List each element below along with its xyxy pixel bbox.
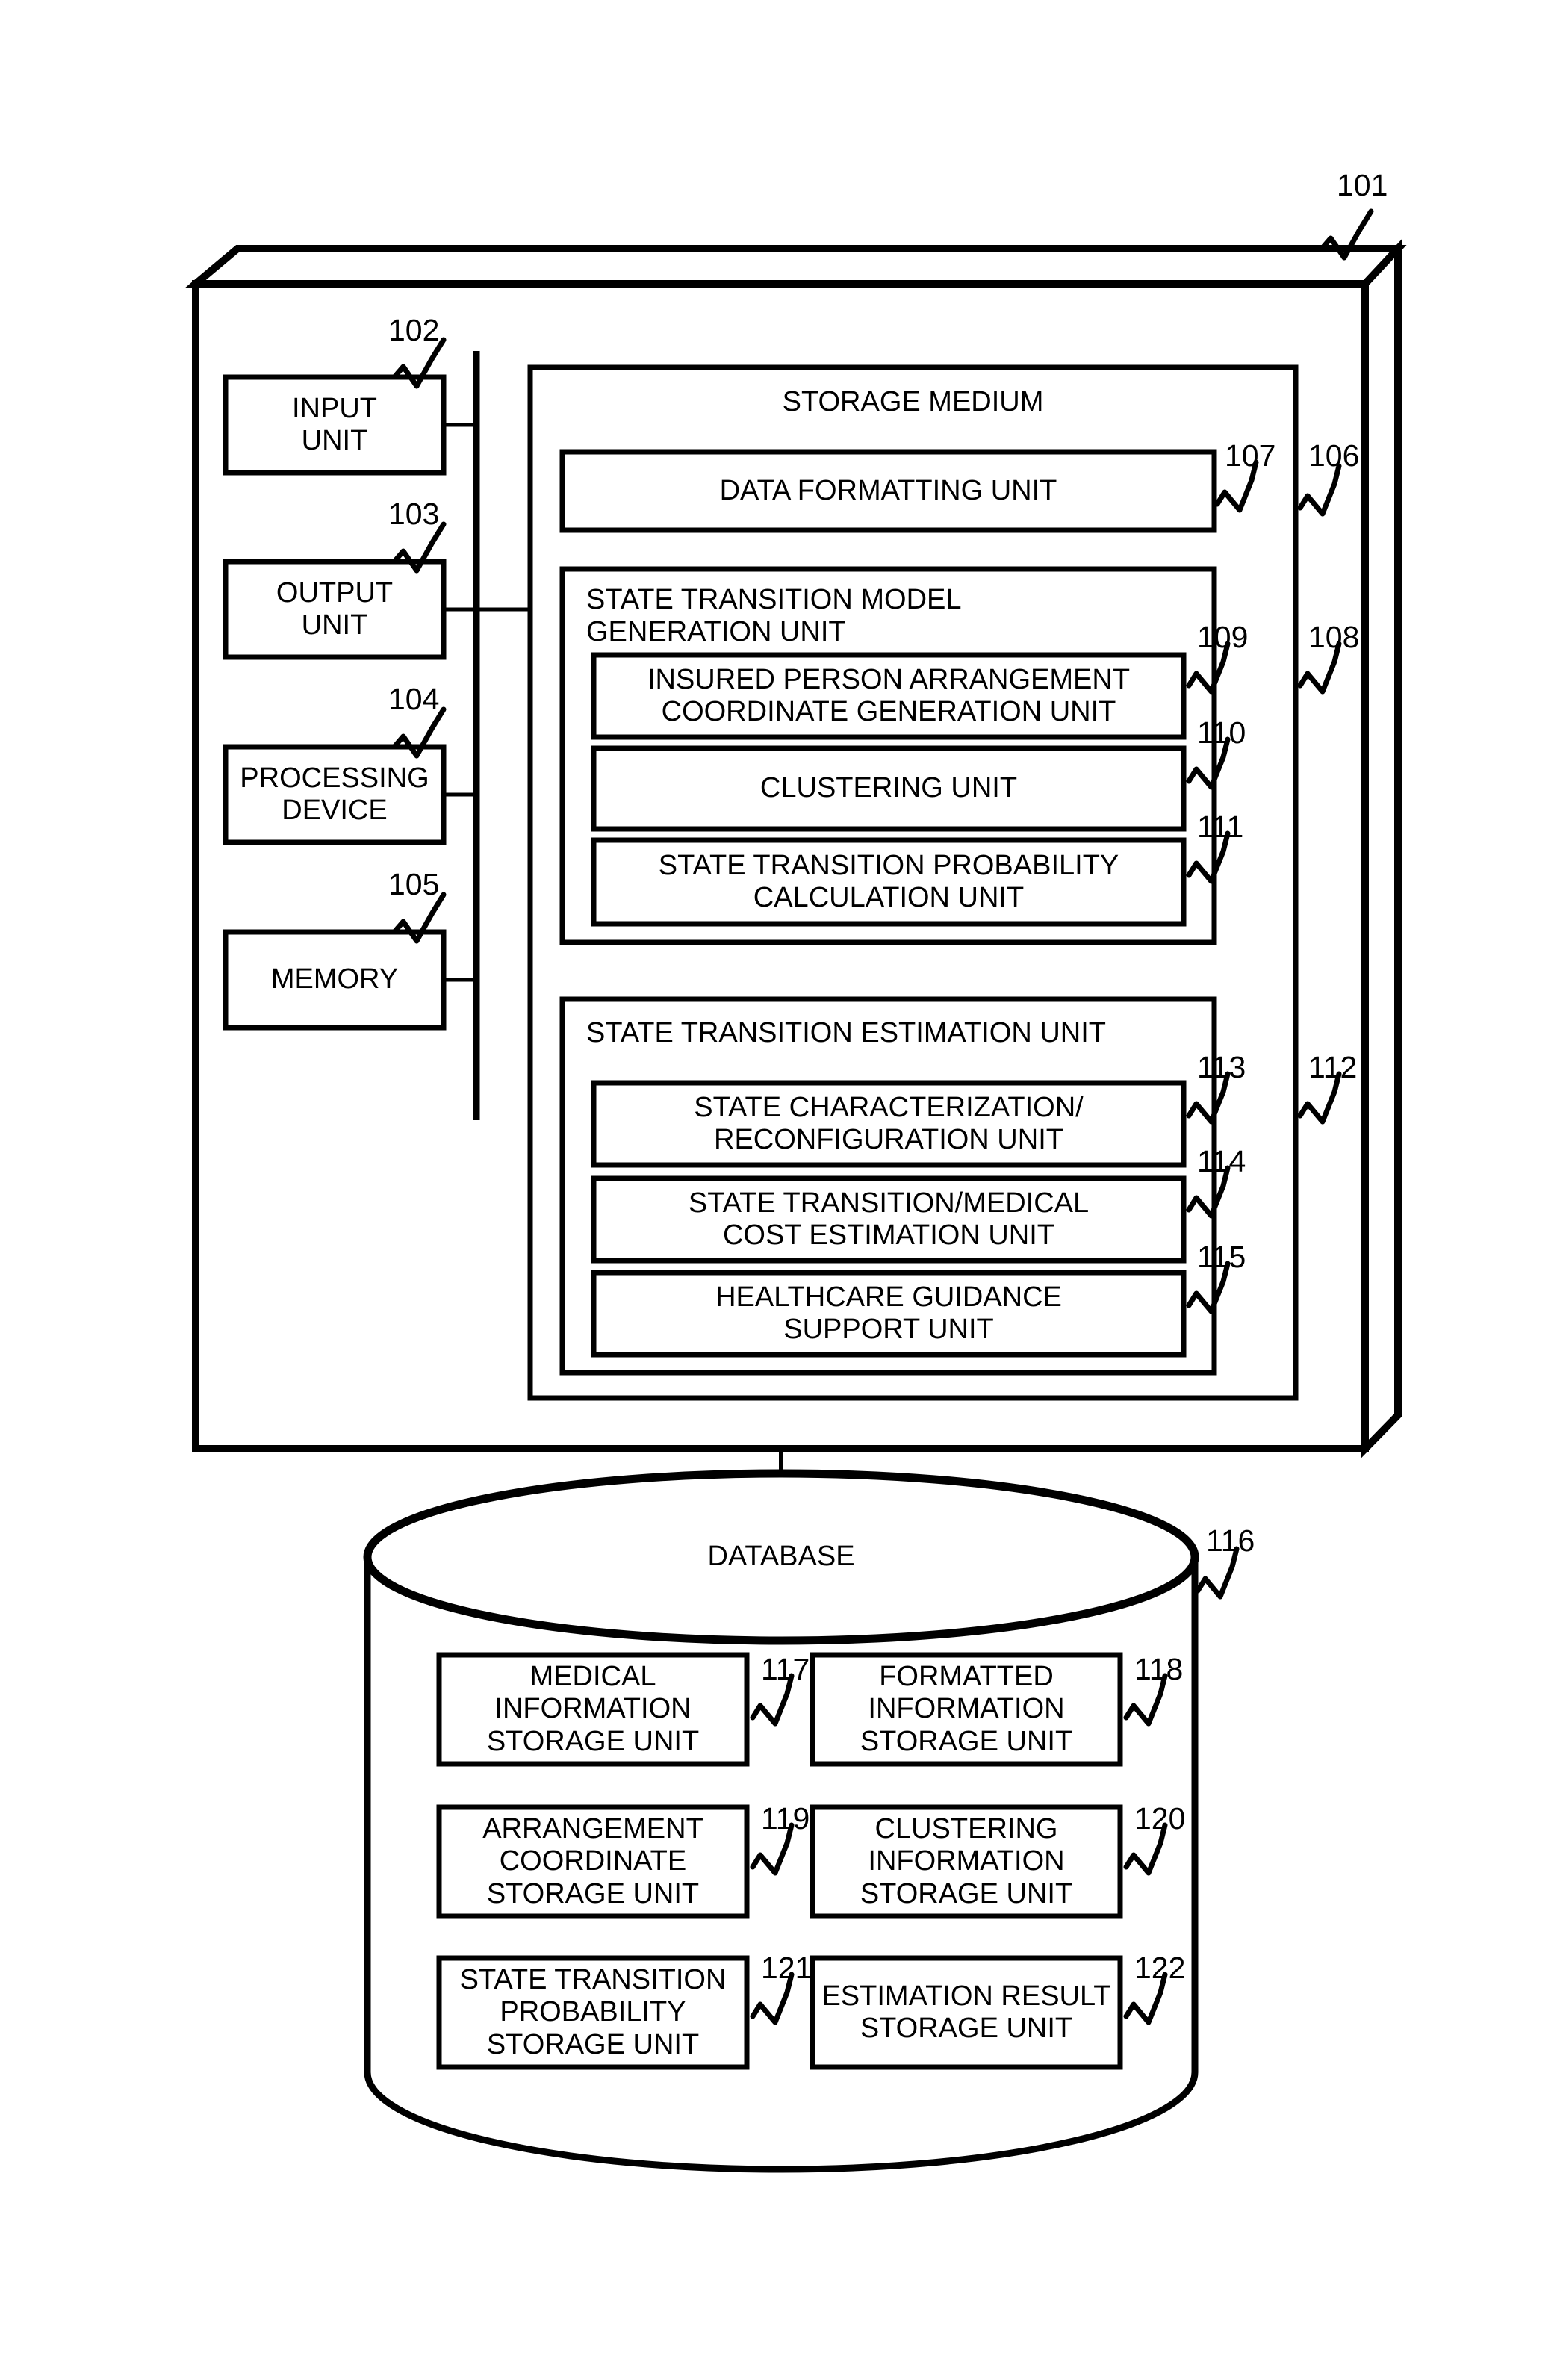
model-generation-unit-title: STATE TRANSITION MODEL GENERATION UNIT xyxy=(586,584,962,648)
ref-117: 117 xyxy=(761,1652,810,1686)
ref-120: 120 xyxy=(1134,1801,1186,1836)
ref-102: 102 xyxy=(388,313,440,347)
data-formatting-unit-label: DATA FORMATTING UNIT xyxy=(719,474,1057,506)
medical-information-storage-unit-label: MEDICAL INFORMATION STORAGE UNIT xyxy=(486,1661,700,1757)
ref-107: 107 xyxy=(1225,438,1276,473)
ref-113: 113 xyxy=(1197,1050,1246,1084)
ref-104: 104 xyxy=(388,682,440,716)
state-transition-probability-storage-unit-label: STATE TRANSITION PROBABILITY STORAGE UNI… xyxy=(459,1964,727,2060)
enclosure-top-face xyxy=(185,245,1407,288)
state-transition-medical-cost-estimation-unit-label: STATE TRANSITION/MEDICAL COST ESTIMATION… xyxy=(688,1187,1090,1251)
enclosure-right-face xyxy=(1361,239,1402,1458)
ref-115: 115 xyxy=(1197,1240,1246,1274)
ref-122: 122 xyxy=(1134,1951,1186,1985)
ref-119: 119 xyxy=(761,1801,810,1836)
ref-101: 101 xyxy=(1337,168,1388,202)
ref-116: 116 xyxy=(1206,1523,1255,1558)
ref-112: 112 xyxy=(1308,1050,1358,1084)
storage-medium-title: STORAGE MEDIUM xyxy=(782,386,1044,417)
clustering-unit-label: CLUSTERING UNIT xyxy=(759,772,1018,804)
output-unit-label: OUTPUT UNIT xyxy=(276,577,394,641)
insured-person-arrangement-coordinate-generation-unit-label: INSURED PERSON ARRANGEMENT COORDINATE GE… xyxy=(647,663,1131,727)
input-unit-label: INPUT UNIT xyxy=(292,392,377,456)
ref-108: 108 xyxy=(1308,620,1360,654)
ref-118: 118 xyxy=(1134,1652,1184,1686)
healthcare-guidance-support-unit-label: HEALTHCARE GUIDANCE SUPPORT UNIT xyxy=(715,1281,1062,1345)
estimation-result-storage-unit-label: ESTIMATION RESULT STORAGE UNIT xyxy=(821,1980,1111,2044)
formatted-information-storage-unit-label: FORMATTED INFORMATION STORAGE UNIT xyxy=(860,1661,1073,1757)
database-title: DATABASE xyxy=(707,1541,855,1572)
state-transition-probability-calculation-unit-label: STATE TRANSITION PROBABILITY CALCULATION… xyxy=(658,849,1119,913)
processing-device-label: PROCESSING DEVICE xyxy=(240,762,429,826)
ref-105: 105 xyxy=(388,867,440,901)
ref-121: 121 xyxy=(761,1951,812,1985)
ref-111: 111 xyxy=(1197,810,1244,844)
clustering-information-storage-unit-label: CLUSTERING INFORMATION STORAGE UNIT xyxy=(860,1813,1073,1910)
ref-109: 109 xyxy=(1197,620,1249,654)
arrangement-coordinate-storage-unit-label: ARRANGEMENT COORDINATE STORAGE UNIT xyxy=(482,1813,703,1910)
ref-110: 110 xyxy=(1197,715,1246,750)
ref-103: 103 xyxy=(388,497,440,531)
ref-114: 114 xyxy=(1197,1144,1246,1178)
figure-canvas: 101 102 103 104 105 106 107 108 109 110 … xyxy=(0,0,1563,2380)
ref-106: 106 xyxy=(1308,438,1360,473)
state-characterization-reconfiguration-unit-label: STATE CHARACTERIZATION/ RECONFIGURATION … xyxy=(694,1091,1084,1155)
estimation-unit-title: STATE TRANSITION ESTIMATION UNIT xyxy=(586,1017,1106,1048)
memory-label: MEMORY xyxy=(270,963,399,995)
